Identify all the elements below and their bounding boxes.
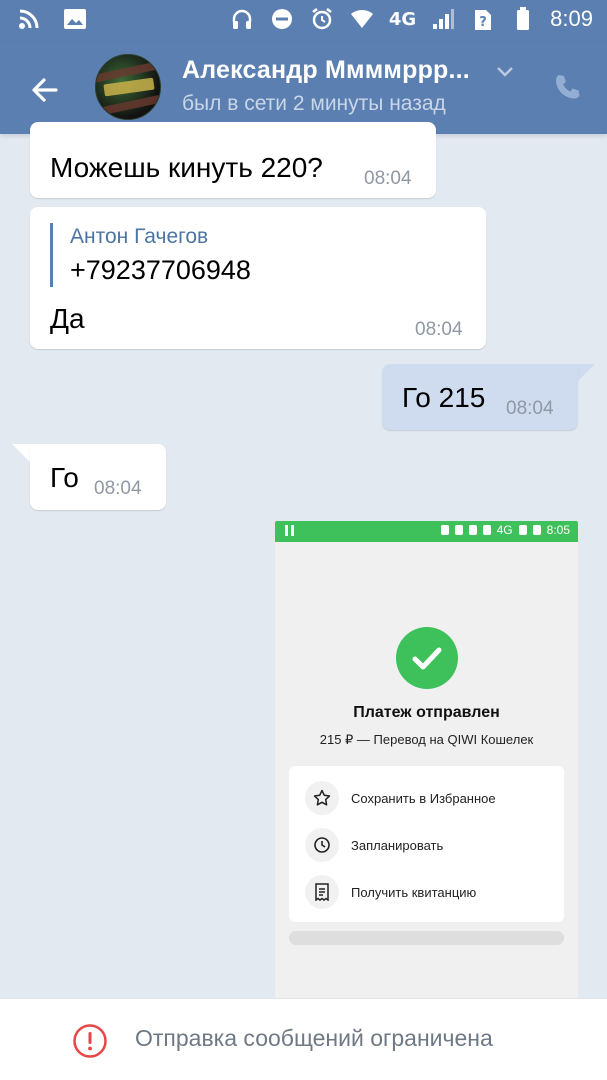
message-bubble-incoming[interactable]: Антон Гачегов +79237706948 Да 08:04 bbox=[30, 207, 486, 349]
do-not-disturb-icon bbox=[269, 6, 295, 32]
avatar[interactable] bbox=[95, 54, 161, 120]
rss-icon bbox=[16, 6, 42, 32]
message-time: 08:04 bbox=[506, 398, 554, 419]
restriction-notice: Отправка сообщений ограничена bbox=[135, 1025, 493, 1051]
message-text: Го 215 bbox=[402, 382, 486, 413]
message-text: Да bbox=[50, 303, 85, 334]
reply-bar bbox=[50, 223, 53, 287]
svg-text:?: ? bbox=[479, 15, 487, 30]
call-button[interactable] bbox=[552, 72, 582, 102]
image-attachment[interactable]: 4G 8:05 Платеж отправлен 215 ₽ — Перевод… bbox=[275, 521, 578, 998]
bubble-tail bbox=[12, 444, 30, 462]
message-text: Го bbox=[50, 462, 79, 493]
network-type: 4G bbox=[388, 8, 417, 30]
back-button[interactable] bbox=[26, 70, 66, 110]
no-sim-icon: ? bbox=[470, 6, 496, 32]
contact-status: был в сети 2 минуты назад bbox=[182, 92, 446, 115]
headphones-icon bbox=[229, 6, 255, 32]
phone-icon bbox=[556, 75, 580, 99]
action-label: Запланировать bbox=[351, 837, 444, 853]
arrow-left-icon bbox=[32, 78, 58, 102]
contact-name[interactable]: Александр Ммммррр... bbox=[182, 56, 470, 85]
message-bubble-incoming[interactable]: Го 08:04 bbox=[30, 444, 166, 510]
messaging-restricted-bar: Отправка сообщений ограничена bbox=[0, 998, 607, 1080]
attachment-network: 4G bbox=[496, 523, 513, 537]
success-check-icon bbox=[396, 627, 458, 689]
alert-icon bbox=[73, 1024, 107, 1058]
placeholder-bar bbox=[289, 931, 564, 945]
battery-icon bbox=[510, 6, 536, 32]
status-time: 8:09 bbox=[550, 6, 593, 31]
message-time: 08:04 bbox=[415, 319, 463, 340]
status-bar: 4G ? 8:09 bbox=[0, 0, 607, 42]
action-save-favorite: Сохранить в Избранное bbox=[305, 781, 496, 815]
action-receipt: Получить квитанцию bbox=[305, 875, 476, 909]
alarm-icon bbox=[309, 6, 335, 32]
message-bubble-outgoing[interactable]: Го 215 08:04 bbox=[382, 364, 578, 430]
attachment-status-time: 8:05 bbox=[546, 523, 570, 537]
chevron-down-icon[interactable] bbox=[496, 64, 514, 78]
image-icon bbox=[62, 6, 88, 32]
message-text: Можешь кинуть 220? bbox=[50, 152, 323, 183]
message-bubble-incoming[interactable]: Можешь кинуть 220? 08:04 bbox=[30, 122, 436, 198]
signal-icon bbox=[430, 6, 456, 32]
action-schedule: Запланировать bbox=[305, 828, 443, 862]
payment-title: Платеж отправлен bbox=[353, 704, 500, 721]
action-label: Сохранить в Избранное bbox=[351, 790, 496, 806]
action-label: Получить квитанцию bbox=[351, 884, 477, 900]
attachment-status-bar: 4G 8:05 bbox=[275, 521, 578, 542]
message-time: 08:04 bbox=[94, 478, 142, 499]
alarm-icon bbox=[468, 525, 477, 535]
wifi-icon bbox=[482, 525, 491, 535]
reply-text: +79237706948 bbox=[70, 255, 251, 285]
receipt-icon bbox=[305, 875, 339, 909]
chat-header: Александр Ммммррр... был в сети 2 минуты… bbox=[0, 42, 607, 134]
star-icon bbox=[305, 781, 339, 815]
wifi-icon bbox=[349, 6, 375, 32]
headphones-icon bbox=[440, 525, 449, 535]
payment-actions-card: Сохранить в Избранное Запланировать Полу… bbox=[289, 766, 564, 922]
signal-icon bbox=[518, 525, 527, 535]
reply-author[interactable]: Антон Гачегов bbox=[70, 225, 208, 249]
message-time: 08:04 bbox=[364, 168, 412, 189]
vibrate-icon bbox=[454, 525, 463, 535]
payment-subtitle: 215 ₽ — Перевод на QIWI Кошелек bbox=[319, 732, 534, 747]
bubble-tail bbox=[577, 364, 595, 382]
clock-icon bbox=[305, 828, 339, 862]
battery-icon bbox=[532, 525, 541, 535]
